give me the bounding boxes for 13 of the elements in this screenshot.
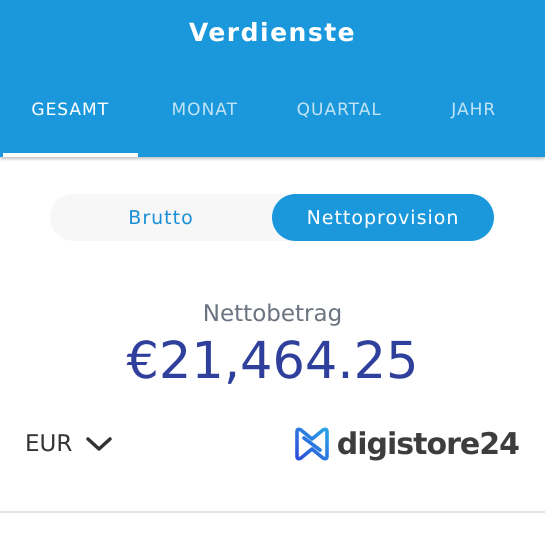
chevron-down-icon bbox=[86, 436, 112, 452]
logo-text: digistore24 bbox=[336, 426, 519, 462]
screen-title: Verdienste bbox=[188, 17, 356, 49]
tab[interactable]: JAHR bbox=[406, 66, 541, 157]
tab[interactable]: GESAMT bbox=[3, 66, 138, 157]
tab[interactable]: MONAT bbox=[138, 66, 272, 157]
currency-dropdown[interactable]: EUR bbox=[25, 431, 112, 457]
toggle-option[interactable]: Nettoprovision bbox=[272, 194, 494, 241]
toggle-option[interactable]: Brutto bbox=[50, 194, 272, 241]
logo-icon bbox=[292, 425, 331, 463]
amount-label: Nettobetrag bbox=[202, 300, 342, 329]
tab[interactable]: QUARTAL bbox=[272, 66, 406, 157]
amount-value: €21,464.25 bbox=[126, 331, 418, 393]
